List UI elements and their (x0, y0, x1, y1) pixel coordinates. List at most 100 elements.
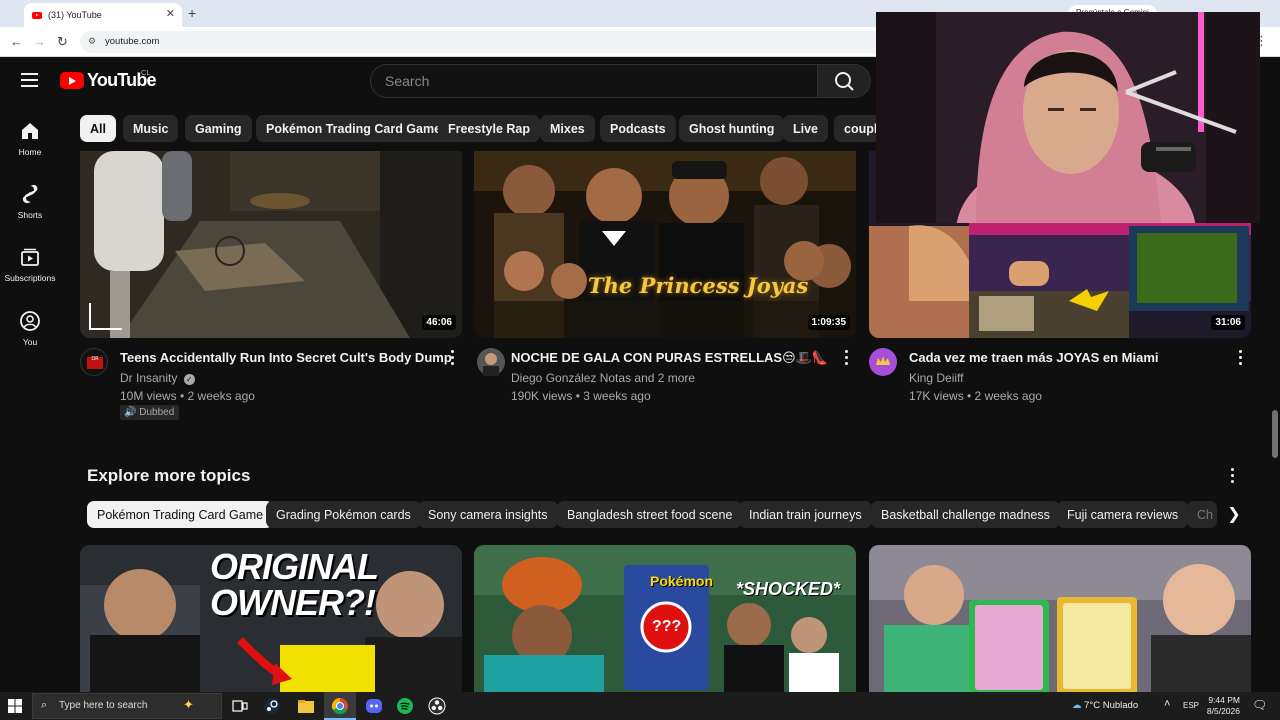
sparkle-icon: ✦ (183, 697, 194, 712)
you-icon (20, 311, 40, 331)
obs-icon[interactable] (427, 696, 447, 716)
video-meta: 190K views • 3 weeks ago (511, 389, 651, 403)
chip-ghost-hunting[interactable]: Ghost hunting (679, 115, 785, 142)
thumbnail-title-text: The Princess Joyas (588, 273, 809, 298)
chevron-up-icon[interactable]: ˄ (1164, 698, 1170, 710)
search-input[interactable]: Search (370, 64, 818, 98)
video-thumbnail-5[interactable]: Pokémon ??? *SHOCKED* (474, 545, 856, 695)
video-duration: 46:06 (422, 315, 456, 330)
browser-tab[interactable]: (31) YouTube ✕ (24, 3, 182, 27)
section-title: Explore more topics (87, 466, 251, 485)
clock-time: 9:44 PM (1208, 695, 1240, 705)
section-menu-icon[interactable] (1231, 468, 1235, 486)
sidebar-item-home[interactable]: Home (0, 120, 60, 157)
task-view-icon[interactable] (230, 696, 250, 716)
taskbar-clock[interactable]: 9:44 PM 8/5/2026 (1202, 695, 1240, 717)
video-thumbnail-4[interactable]: ORIGINAL OWNER?! (80, 545, 462, 695)
topic-chip[interactable]: Ch (1187, 501, 1217, 528)
webcam-overlay (876, 12, 1260, 223)
pokemon-card-text: Pokémon (650, 573, 714, 589)
channel-avatar-image: DR (87, 356, 103, 369)
weather-widget[interactable]: ☁ 7°C Nublado (1072, 700, 1138, 711)
search-icon: ⌕ (41, 699, 48, 711)
video-menu-icon[interactable] (845, 350, 849, 368)
language-indicator[interactable]: ESP (1183, 701, 1199, 710)
video-duration: 1:09:35 (807, 315, 850, 330)
clock-date: 8/5/2026 (1206, 706, 1240, 716)
channel-avatar-image (876, 356, 890, 365)
avatar[interactable] (477, 348, 505, 376)
thumbnail-image (869, 545, 1251, 695)
topic-chip[interactable]: Fuji camera reviews (1057, 501, 1189, 528)
video-thumbnail-2[interactable]: The Princess Joyas 1:09:35 (474, 151, 856, 338)
avatar[interactable] (869, 348, 897, 376)
topic-chip[interactable]: Sony camera insights (418, 501, 558, 528)
chrome-icon (331, 697, 348, 715)
video-title[interactable]: Cada vez me traen más JOYAS en Miami (909, 350, 1159, 365)
reload-icon[interactable]: ↻ (57, 34, 68, 50)
back-arrow-icon[interactable]: ← (10, 34, 23, 49)
video-duration: 31:06 (1211, 315, 1245, 330)
sidebar-item-you[interactable]: You (0, 310, 60, 347)
channel-name[interactable]: King Deiiff (909, 371, 963, 385)
url-field[interactable]: ⚙ youtube.com (80, 31, 920, 53)
taskbar: ⌕ Type here to search ✦ ☁ 7°C Nublado ˄ … (0, 692, 1280, 720)
chip-pokemon-tcg[interactable]: Pokémon Trading Card Game (256, 115, 452, 142)
chip-podcasts[interactable]: Podcasts (600, 115, 676, 142)
video-thumbnail-1[interactable]: 46:06 (80, 151, 462, 338)
youtube-logo[interactable]: YouTube CL (60, 68, 157, 91)
thumbnail-image (80, 151, 462, 338)
guide-menu-icon[interactable] (21, 73, 38, 87)
chip-couple[interactable]: couple (834, 115, 876, 142)
video-menu-icon[interactable] (451, 350, 455, 368)
sidebar-item-label: Subscriptions (4, 273, 56, 283)
discord-icon[interactable] (364, 696, 384, 716)
chip-mixes[interactable]: Mixes (540, 115, 595, 142)
chip-all[interactable]: All (80, 115, 116, 142)
svg-text:DR: DR (91, 356, 99, 362)
topic-chip[interactable]: Pokémon Trading Card Game (87, 501, 274, 528)
notification-icon[interactable]: 🗨 (1252, 698, 1267, 712)
topic-chip[interactable]: Bangladesh street food scene (557, 501, 743, 528)
channel-name[interactable]: Diego González Notas and 2 more (511, 371, 695, 385)
topic-chip[interactable]: Basketball challenge madness (871, 501, 1060, 528)
windows-start-icon[interactable] (8, 699, 22, 713)
channel-name[interactable]: Dr Insanity ✓ (120, 371, 195, 385)
sidebar-item-shorts[interactable]: Shorts (0, 183, 60, 220)
spotify-icon[interactable] (395, 696, 415, 716)
chrome-taskbar-button[interactable] (324, 692, 356, 720)
file-explorer-icon[interactable] (296, 696, 316, 716)
dubbed-icon: 🔊 (124, 407, 137, 418)
close-tab-icon[interactable]: ✕ (166, 7, 175, 20)
dubbed-badge: 🔊 Dubbed (120, 405, 180, 420)
chevron-right-icon[interactable]: ❯ (1222, 501, 1246, 528)
home-icon (22, 123, 38, 139)
thumbnail-image (474, 151, 856, 338)
video-thumbnail-6[interactable] (869, 545, 1251, 695)
avatar[interactable]: DR (80, 348, 108, 376)
forward-arrow-icon[interactable]: → (33, 34, 46, 49)
video-meta: 17K views • 2 weeks ago (909, 389, 1042, 403)
taskbar-search-input[interactable]: ⌕ Type here to search ✦ (32, 693, 222, 719)
chip-music[interactable]: Music (123, 115, 179, 142)
channel-name-text: Dr Insanity (120, 371, 178, 385)
site-settings-icon[interactable]: ⚙ (88, 36, 96, 47)
topic-chip[interactable]: Grading Pokémon cards (266, 501, 421, 528)
dubbed-label: Dubbed (139, 407, 175, 418)
chip-gaming[interactable]: Gaming (185, 115, 252, 142)
steam-icon[interactable] (262, 696, 282, 716)
search-button[interactable] (817, 64, 871, 98)
url-text: youtube.com (105, 36, 160, 47)
topic-chip[interactable]: Indian train journeys (739, 501, 872, 528)
verified-check-icon: ✓ (183, 374, 195, 385)
video-title[interactable]: NOCHE DE GALA CON PURAS ESTRELLAS😒🎩👠 (511, 350, 828, 366)
thumbnail-title-text: *SHOCKED* (736, 579, 841, 599)
video-title[interactable]: Teens Accidentally Run Into Secret Cult'… (120, 350, 452, 365)
new-tab-icon[interactable]: + (188, 5, 196, 21)
video-menu-icon[interactable] (1239, 350, 1243, 368)
chip-freestyle-rap[interactable]: Freestyle Rap (438, 115, 540, 142)
scrollbar-thumb[interactable] (1272, 410, 1278, 458)
sidebar-item-subscriptions[interactable]: Subscriptions (0, 246, 60, 283)
chip-live[interactable]: Live (783, 115, 829, 142)
page-scrollbar[interactable] (1270, 58, 1280, 692)
